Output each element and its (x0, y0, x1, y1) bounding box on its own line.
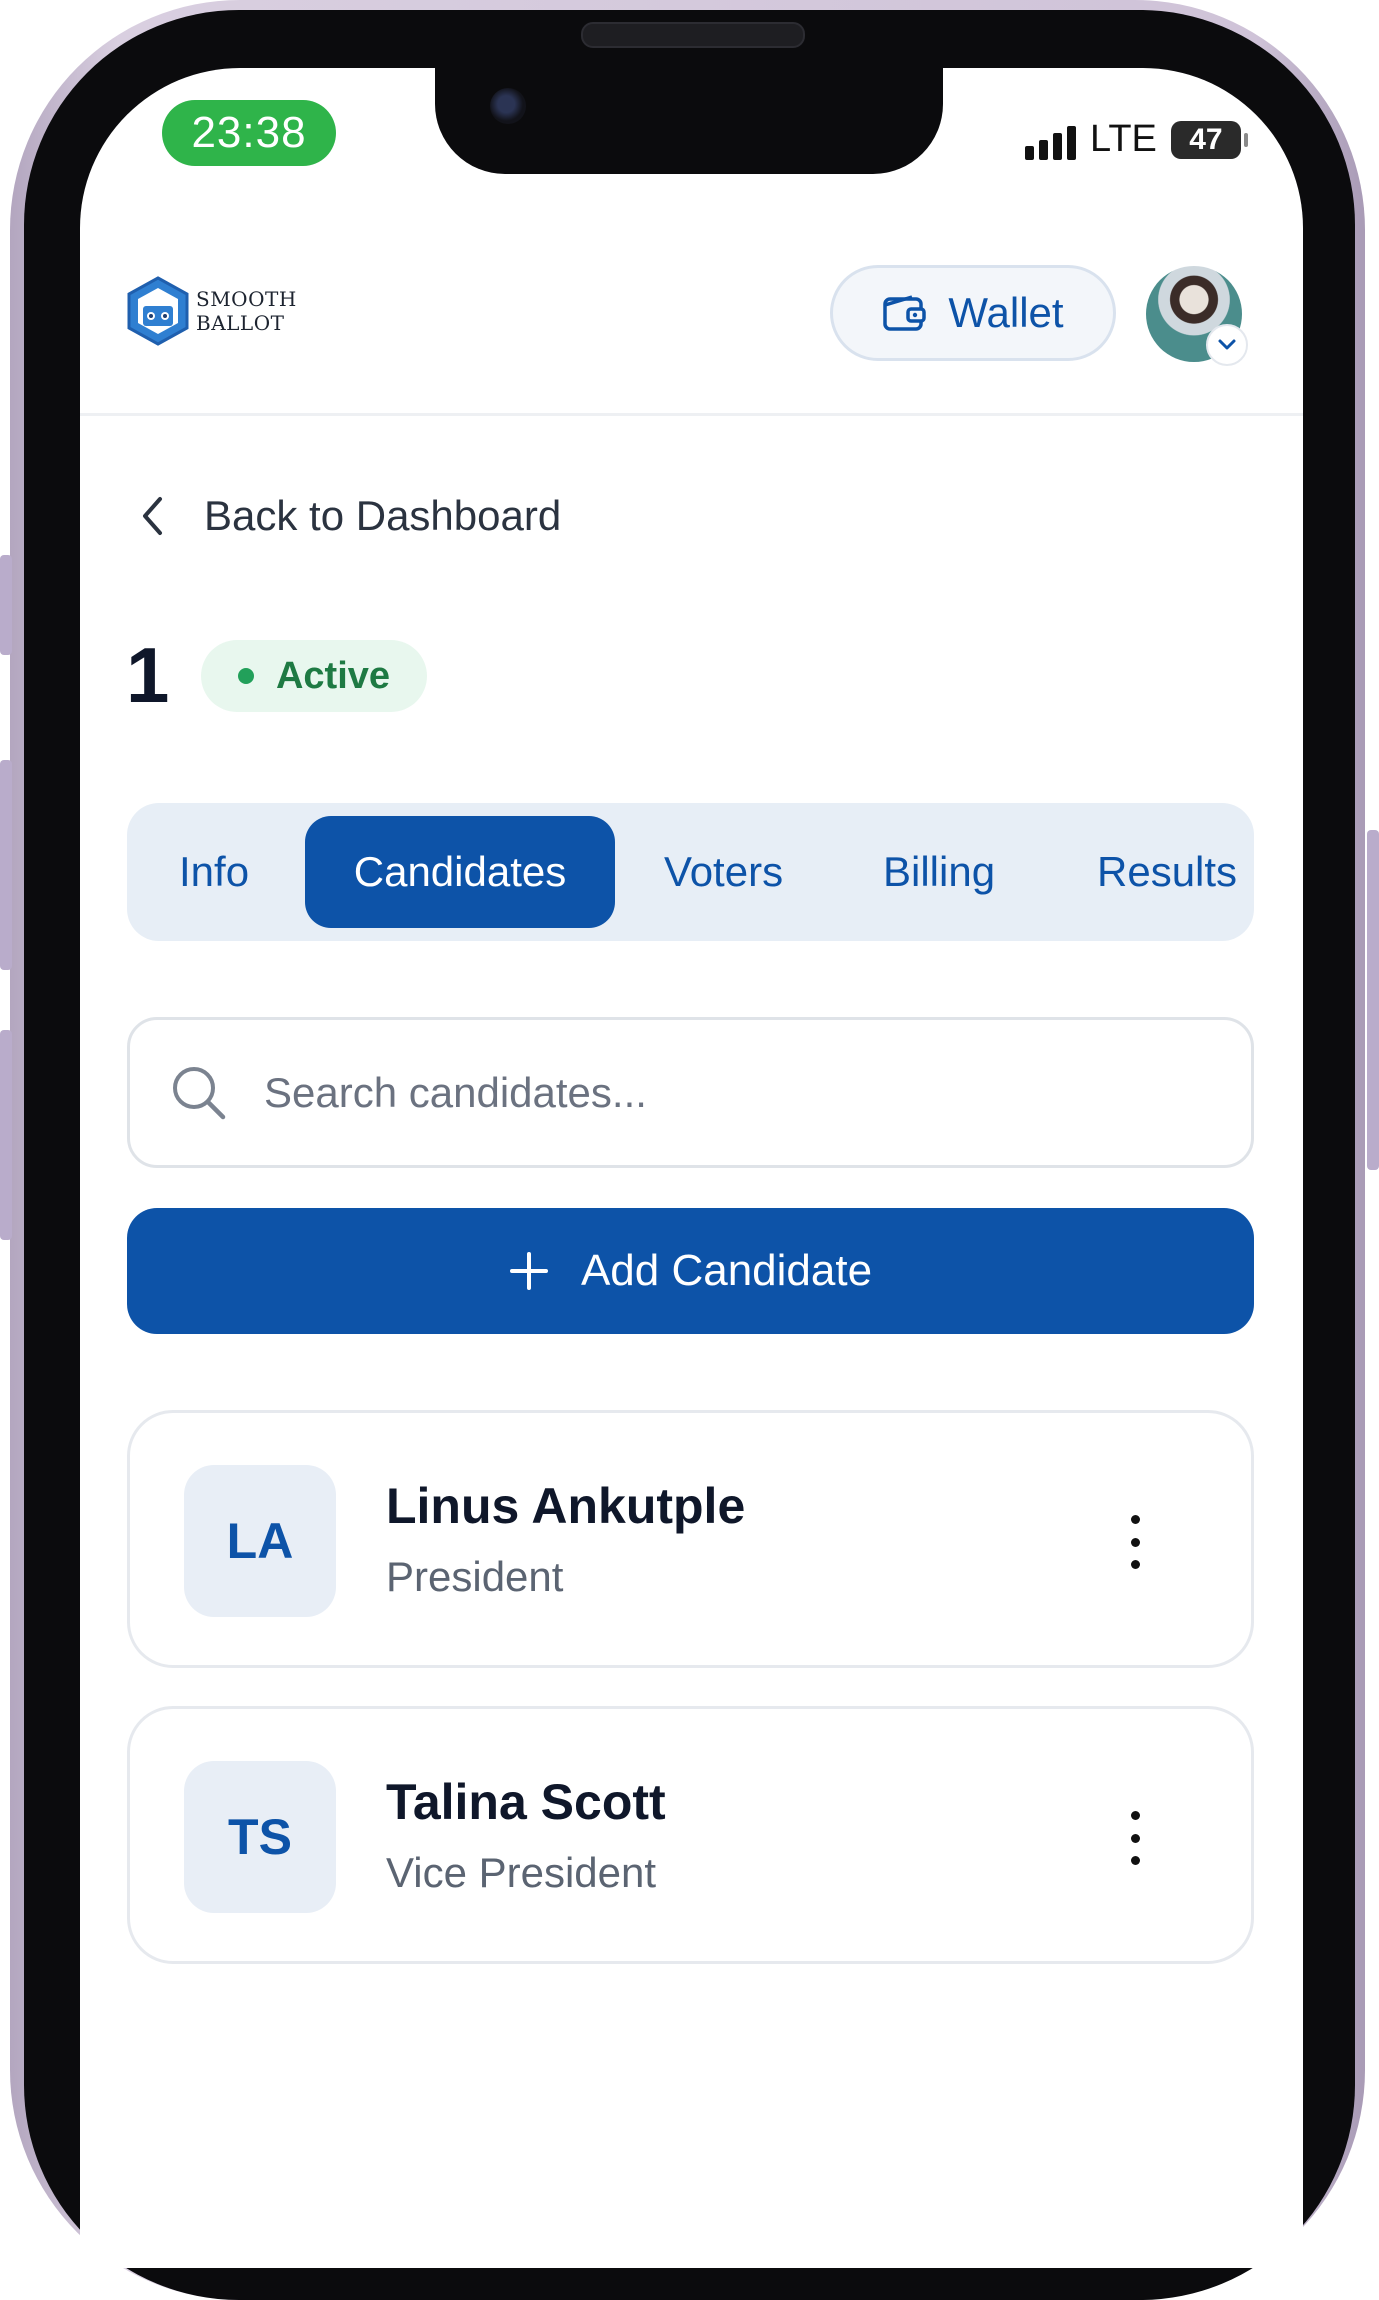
phone-volume-up (0, 760, 12, 970)
phone-volume-down (0, 1030, 12, 1240)
tab-info[interactable]: Info (179, 803, 249, 941)
candidate-name: Linus Ankutple (386, 1478, 746, 1534)
search-box[interactable] (127, 1017, 1254, 1168)
signal-icon (1025, 120, 1076, 160)
more-vertical-icon[interactable] (1115, 1803, 1155, 1873)
chevron-left-icon (143, 497, 162, 535)
candidate-initials: LA (184, 1465, 336, 1617)
avatar-menu-button[interactable] (1206, 324, 1248, 366)
wallet-button[interactable]: Wallet (830, 265, 1116, 361)
status-dot-icon (237, 668, 254, 684)
candidate-card[interactable]: LA Linus Ankutple President (127, 1410, 1254, 1668)
more-vertical-icon[interactable] (1115, 1507, 1155, 1577)
phone-side-button (0, 555, 12, 655)
status-time: 23:38 (162, 100, 336, 166)
header-divider (80, 413, 1303, 416)
tab-candidates[interactable]: Candidates (305, 816, 615, 928)
speaker (581, 22, 805, 48)
network-label: LTE (1090, 118, 1157, 160)
candidate-card[interactable]: TS Talina Scott Vice President (127, 1706, 1254, 1964)
status-badge: Active (201, 640, 427, 712)
ballot-box-icon (127, 276, 189, 346)
back-to-dashboard-link[interactable]: Back to Dashboard (140, 492, 561, 540)
candidate-initials: TS (184, 1761, 336, 1913)
chevron-down-icon (1218, 339, 1236, 350)
status-indicators: LTE 47 (1025, 118, 1248, 161)
logo-line-1: SMOOTH (196, 287, 297, 311)
app-logo[interactable]: SMOOTH BALLOT (126, 276, 297, 346)
tab-voters[interactable]: Voters (664, 803, 783, 941)
wallet-icon (883, 295, 927, 331)
add-candidate-button[interactable]: Add Candidate (127, 1208, 1254, 1334)
camera-icon (490, 88, 526, 124)
wallet-label: Wallet (948, 289, 1064, 336)
logo-line-2: BALLOT (196, 311, 285, 335)
add-candidate-label: Add Candidate (580, 1246, 873, 1295)
candidate-role: Vice President (386, 1849, 657, 1896)
search-icon (173, 1066, 226, 1119)
tab-bar: Info Candidates Voters Billing Results (127, 803, 1254, 941)
page-title: 1 (126, 631, 170, 719)
battery-level: 47 (1189, 122, 1223, 156)
candidate-name: Talina Scott (386, 1774, 666, 1830)
battery-icon: 47 (1170, 120, 1248, 159)
logo-wordmark: SMOOTH BALLOT (196, 287, 297, 335)
phone-power-button (1367, 830, 1379, 1170)
plus-icon (509, 1252, 548, 1290)
tab-billing[interactable]: Billing (883, 803, 995, 941)
back-label: Back to Dashboard (204, 492, 562, 539)
tab-results[interactable]: Results (1097, 803, 1237, 941)
candidate-role: President (386, 1553, 564, 1600)
status-badge-label: Active (275, 654, 391, 697)
search-input[interactable] (262, 1067, 1166, 1118)
